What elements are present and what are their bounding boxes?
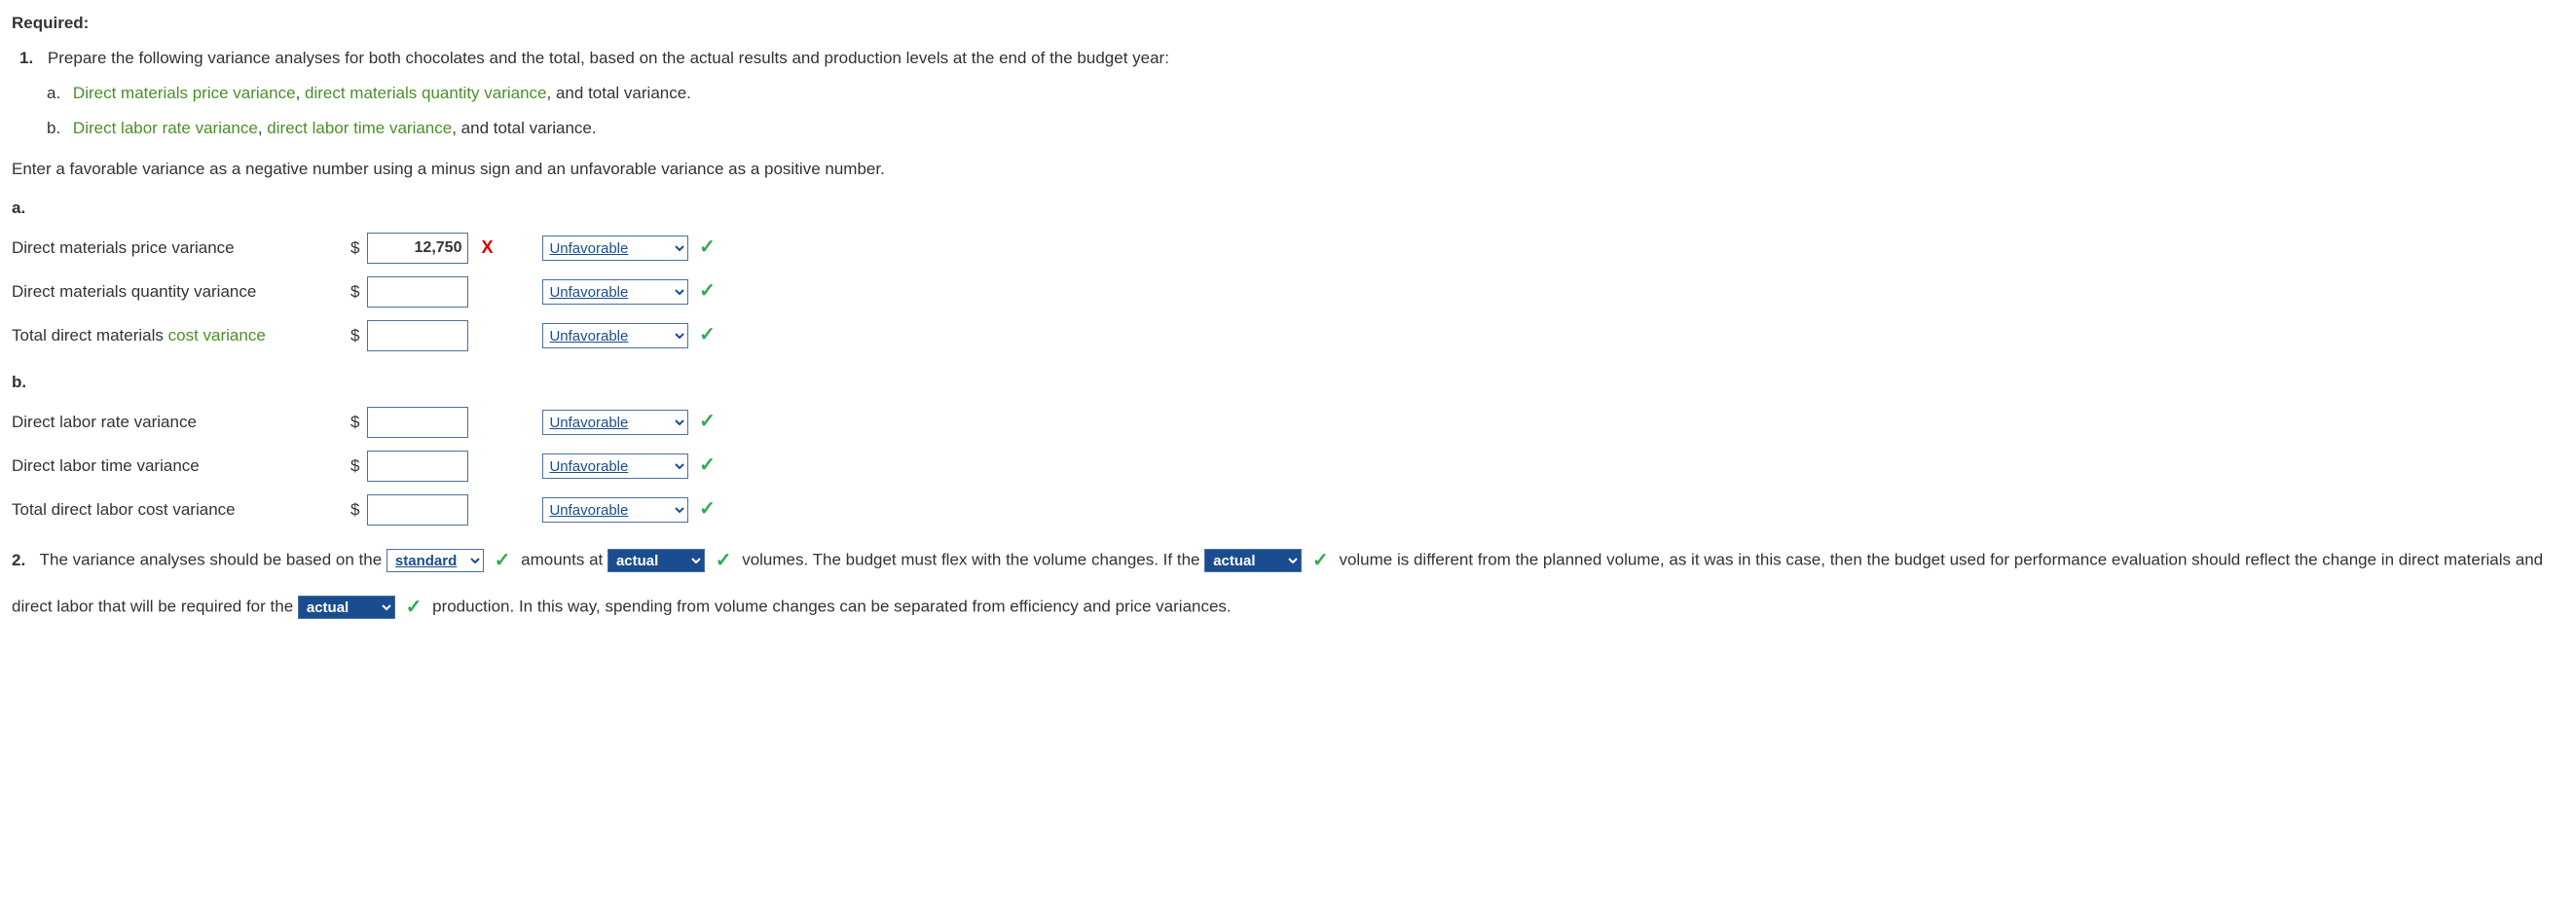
check-icon: ✓: [699, 454, 716, 476]
q1b-sep: ,: [258, 119, 267, 137]
required-heading: Required:: [12, 10, 2564, 37]
q1-sub-b: b. Direct labor rate variance, direct la…: [47, 115, 2564, 142]
section-a-label: a.: [12, 195, 2564, 222]
page-root: Required: 1. Prepare the following varia…: [0, 0, 2576, 660]
amount-input[interactable]: [367, 320, 468, 351]
q1a-marker: a.: [47, 84, 60, 102]
favorability-select[interactable]: Unfavorable: [542, 236, 688, 261]
q2-t2: amounts at: [521, 551, 607, 569]
favorability-select[interactable]: Unfavorable: [542, 323, 688, 348]
currency-symbol: $: [350, 488, 367, 531]
amount-input[interactable]: [367, 451, 468, 482]
instruction-text: Enter a favorable variance as a negative…: [12, 156, 2564, 183]
row-label: Total direct labor cost variance: [12, 488, 350, 531]
q2-t5: production. In this way, spending from v…: [432, 598, 1232, 616]
amount-input[interactable]: [367, 233, 468, 264]
row-label: Direct materials price variance: [12, 226, 350, 270]
check-icon: ✓: [699, 498, 716, 520]
section-b-label: b.: [12, 369, 2564, 396]
row-label-prefix: Total direct materials: [12, 326, 168, 345]
table-row: Direct materials quantity variance $ Unf…: [12, 270, 725, 313]
q1-text: Prepare the following variance analyses …: [48, 49, 1169, 67]
question-1: 1. Prepare the following variance analys…: [19, 45, 2564, 72]
q1-marker: 1.: [19, 49, 33, 67]
cost-variance-link[interactable]: cost variance: [168, 326, 266, 345]
amount-input[interactable]: [367, 494, 468, 526]
table-row: Direct materials price variance $ X Unfa…: [12, 226, 725, 270]
amount-input[interactable]: [367, 276, 468, 308]
q1-sub-a: a. Direct materials price variance, dire…: [47, 80, 2564, 107]
favorability-select[interactable]: Unfavorable: [542, 497, 688, 523]
section-a-table: Direct materials price variance $ X Unfa…: [12, 226, 725, 357]
q1b-link-1[interactable]: Direct labor rate variance: [73, 119, 258, 137]
currency-symbol: $: [350, 270, 367, 313]
q2-marker: 2.: [12, 551, 25, 569]
q1a-sep: ,: [296, 84, 305, 102]
check-icon: ✓: [1306, 537, 1335, 584]
q2-t1: The variance analyses should be based on…: [40, 551, 386, 569]
q1a-link-1[interactable]: Direct materials price variance: [73, 84, 296, 102]
check-icon: ✓: [489, 537, 517, 584]
section-b-table: Direct labor rate variance $ Unfavorable…: [12, 400, 725, 531]
table-row: Direct labor time variance $ Unfavorable…: [12, 444, 725, 488]
check-icon: ✓: [400, 584, 428, 631]
table-row: Direct labor rate variance $ Unfavorable…: [12, 400, 725, 444]
currency-symbol: $: [350, 444, 367, 488]
row-label: Direct materials quantity variance: [12, 270, 350, 313]
check-icon: ✓: [699, 236, 716, 258]
table-row: Total direct labor cost variance $ Unfav…: [12, 488, 725, 531]
favorability-select[interactable]: Unfavorable: [542, 454, 688, 479]
q1b-link-2[interactable]: direct labor time variance: [267, 119, 452, 137]
q1a-link-2[interactable]: direct materials quantity variance: [305, 84, 547, 102]
favorability-select[interactable]: Unfavorable: [542, 410, 688, 435]
question-2: 2. The variance analyses should be based…: [12, 537, 2564, 631]
basis-select-1[interactable]: standard: [386, 549, 484, 572]
basis-select-4[interactable]: actual: [298, 596, 395, 619]
table-row: Total direct materials cost variance $ U…: [12, 313, 725, 357]
currency-symbol: $: [350, 400, 367, 444]
favorability-select[interactable]: Unfavorable: [542, 279, 688, 305]
basis-select-3[interactable]: actual: [1204, 549, 1302, 572]
check-icon: ✓: [699, 280, 716, 302]
currency-symbol: $: [350, 313, 367, 357]
row-label: Direct labor time variance: [12, 444, 350, 488]
row-label: Total direct materials cost variance: [12, 313, 350, 357]
q1b-tail: , and total variance.: [452, 119, 596, 137]
row-label: Direct labor rate variance: [12, 400, 350, 444]
amount-input[interactable]: [367, 407, 468, 438]
check-icon: ✓: [699, 411, 716, 432]
x-icon: X: [481, 237, 493, 257]
q1b-marker: b.: [47, 119, 60, 137]
basis-select-2[interactable]: actual: [607, 549, 705, 572]
check-icon: ✓: [710, 537, 738, 584]
check-icon: ✓: [699, 324, 716, 345]
currency-symbol: $: [350, 226, 367, 270]
q1a-tail: , and total variance.: [547, 84, 691, 102]
q2-t3: volumes. The budget must flex with the v…: [742, 551, 1204, 569]
